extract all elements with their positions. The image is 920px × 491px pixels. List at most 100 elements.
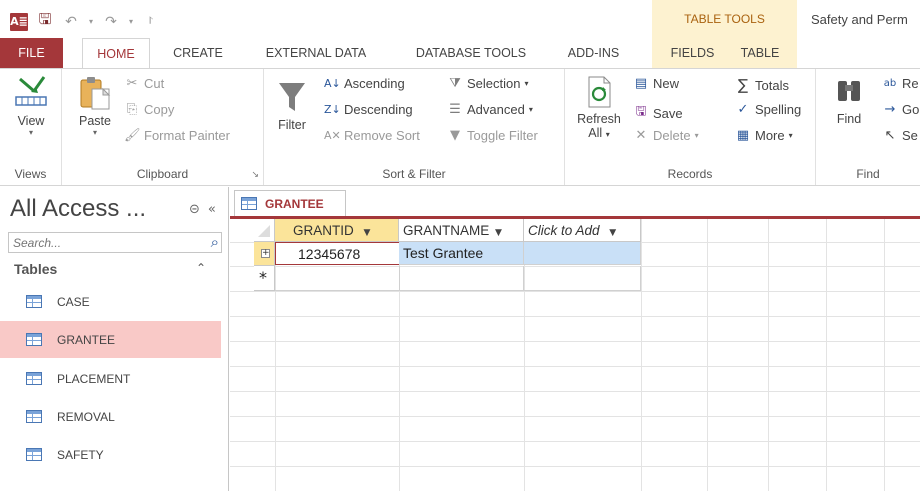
cut-button[interactable]: ✂ Cut — [124, 76, 165, 91]
selection-label: Selection — [467, 76, 521, 91]
tab-create[interactable]: CREATE — [164, 38, 232, 68]
column-header-grantid[interactable]: GRANTID ▼ — [275, 219, 399, 242]
selection-button[interactable]: ⧩ Selection ▾ — [447, 76, 528, 91]
nav-item-label: SAFETY — [57, 447, 104, 462]
refresh-label: Refresh — [577, 112, 621, 126]
ribbon-tabs: FILE HOME CREATE EXTERNAL DATA DATABASE … — [0, 38, 920, 69]
grid-line — [230, 416, 920, 417]
replace-button[interactable]: ab Re — [882, 76, 919, 91]
collapse-pane-icon[interactable]: « — [208, 202, 216, 217]
tab-external-data[interactable]: EXTERNAL DATA — [248, 38, 384, 68]
column-dropdown-icon[interactable]: ▼ — [495, 228, 502, 238]
nav-item-grantee[interactable]: GRANTEE — [0, 321, 221, 358]
column-dropdown-icon[interactable]: ▼ — [364, 228, 371, 238]
nav-item-case[interactable]: CASE — [0, 283, 221, 320]
nav-item-safety[interactable]: SAFETY — [0, 436, 221, 473]
table-icon — [241, 197, 257, 210]
filter-button[interactable]: Filter — [270, 75, 314, 132]
format-painter-button[interactable]: 🖌 Format Painter — [124, 128, 230, 143]
toggle-filter-button[interactable]: ▼ Toggle Filter — [447, 128, 538, 143]
sigma-icon: ∑ — [737, 76, 749, 94]
document-tab-grantee[interactable]: GRANTEE — [234, 190, 346, 216]
redo-icon[interactable]: ↷ — [102, 14, 120, 30]
delete-record-button[interactable]: ✕ Delete ▾ — [633, 128, 699, 143]
nav-pane-title[interactable]: All Access ... — [10, 195, 146, 223]
view-button-label: View — [17, 114, 45, 128]
paste-icon — [80, 77, 111, 110]
grid-line — [230, 391, 920, 392]
document-tab-label: GRANTEE — [265, 196, 324, 211]
more-button[interactable]: ▦ More ▾ — [735, 128, 793, 143]
advanced-button[interactable]: ☰ Advanced ▾ — [447, 102, 533, 117]
expand-subdatasheet-icon[interactable]: + — [261, 249, 270, 258]
select-all-triangle-icon — [258, 225, 270, 237]
paste-button[interactable]: Paste ▾ — [72, 75, 118, 137]
remove-sort-button[interactable]: A✕ Remove Sort — [324, 128, 420, 143]
find-button[interactable]: Find — [830, 75, 868, 126]
tab-table[interactable]: TABLE — [730, 38, 790, 68]
undo-dropdown-icon[interactable]: ▾ — [88, 17, 94, 26]
new-row-cell-grantid[interactable] — [275, 266, 400, 291]
binoculars-icon — [838, 81, 860, 101]
new-row-cell-grantname[interactable] — [399, 266, 524, 291]
new-record-button[interactable]: ▤ New — [633, 76, 679, 91]
select-button[interactable]: ↖ Se — [882, 128, 918, 143]
redo-dropdown-icon[interactable]: ▾ — [128, 17, 134, 26]
navigation-pane: All Access ... ⊝ « ⌕ Tables ⌃ CASE GRANT… — [0, 187, 229, 491]
refresh-all-button[interactable]: Refresh All ▾ — [573, 75, 625, 140]
cell-grantid[interactable]: 12345678 — [275, 242, 400, 265]
grid-line — [707, 219, 708, 491]
quick-access-toolbar: A≣ 🖫 ↶ ▾ ↷ ▾ ⨡ — [10, 9, 160, 34]
save-record-button[interactable]: 🖫 Save — [633, 102, 682, 124]
tab-add-ins[interactable]: ADD-INS — [556, 38, 631, 68]
nav-group-tables[interactable]: Tables — [14, 261, 57, 277]
select-label: Se — [902, 128, 918, 143]
cell-click-to-add[interactable] — [524, 242, 641, 265]
tab-database-tools[interactable]: DATABASE TOOLS — [398, 38, 544, 68]
nav-item-placement[interactable]: PLACEMENT — [0, 360, 221, 397]
toggle-filter-icon: ▼ — [450, 128, 460, 143]
collapse-group-icon[interactable]: ⌃ — [196, 261, 206, 275]
ascending-label: Ascending — [344, 76, 405, 91]
cell-value: Test Grantee — [403, 245, 484, 261]
arrow-right-icon: → — [884, 102, 896, 117]
grid-line — [230, 291, 920, 292]
descending-button[interactable]: Z↓ Descending — [324, 102, 413, 117]
clipboard-dialog-launcher-icon[interactable]: ↘ — [251, 170, 259, 180]
find-group: Find ab Re → Go ↖ Se Find — [816, 69, 920, 185]
column-header-label: GRANTID — [293, 223, 354, 238]
tab-fields[interactable]: FIELDS — [660, 38, 725, 68]
search-icon[interactable]: ⌕ — [211, 233, 219, 251]
nav-search-input[interactable] — [9, 233, 199, 252]
goto-button[interactable]: → Go — [882, 102, 920, 117]
spelling-button[interactable]: ✓ Spelling — [735, 102, 802, 117]
new-row-selector[interactable]: * — [254, 266, 275, 291]
column-dropdown-icon[interactable]: ▼ — [609, 228, 616, 238]
view-button[interactable]: View ▾ — [8, 75, 54, 137]
nav-search-box: ⌕ — [8, 232, 222, 253]
totals-button[interactable]: ∑ Totals — [735, 76, 789, 94]
clipboard-group: Paste ▾ ✂ Cut ⎘ Copy 🖌 Format Painter Cl… — [62, 69, 264, 185]
paste-dropdown-icon: ▾ — [92, 128, 97, 137]
table-icon — [26, 448, 42, 461]
cell-grantname[interactable]: Test Grantee — [399, 242, 524, 265]
column-header-grantname[interactable]: GRANTNAME ▼ — [399, 219, 524, 242]
copy-button[interactable]: ⎘ Copy — [124, 102, 175, 117]
delete-dropdown-icon: ▾ — [694, 131, 699, 140]
column-header-click-to-add[interactable]: Click to Add ▼ — [524, 219, 641, 242]
customize-qat-icon[interactable]: ⨡ — [142, 16, 160, 27]
tab-home[interactable]: HOME — [82, 38, 150, 69]
save-icon[interactable]: 🖫 — [36, 9, 54, 34]
nav-item-removal[interactable]: REMOVAL — [0, 398, 221, 435]
sort-filter-group: Filter A↓ Ascending Z↓ Descending A✕ Rem… — [264, 69, 565, 185]
find-group-label: Find — [856, 167, 880, 181]
cut-label: Cut — [144, 76, 165, 91]
undo-icon[interactable]: ↶ — [62, 14, 80, 30]
column-header-label: GRANTNAME — [403, 223, 490, 238]
select-all-cell[interactable] — [254, 219, 275, 242]
new-row-cell-click-to-add[interactable] — [524, 266, 641, 291]
nav-menu-dropdown-icon[interactable]: ⊝ — [189, 202, 200, 217]
tab-file[interactable]: FILE — [0, 38, 63, 68]
column-header-label: Click to Add — [528, 223, 600, 238]
ascending-button[interactable]: A↓ Ascending — [324, 76, 405, 91]
